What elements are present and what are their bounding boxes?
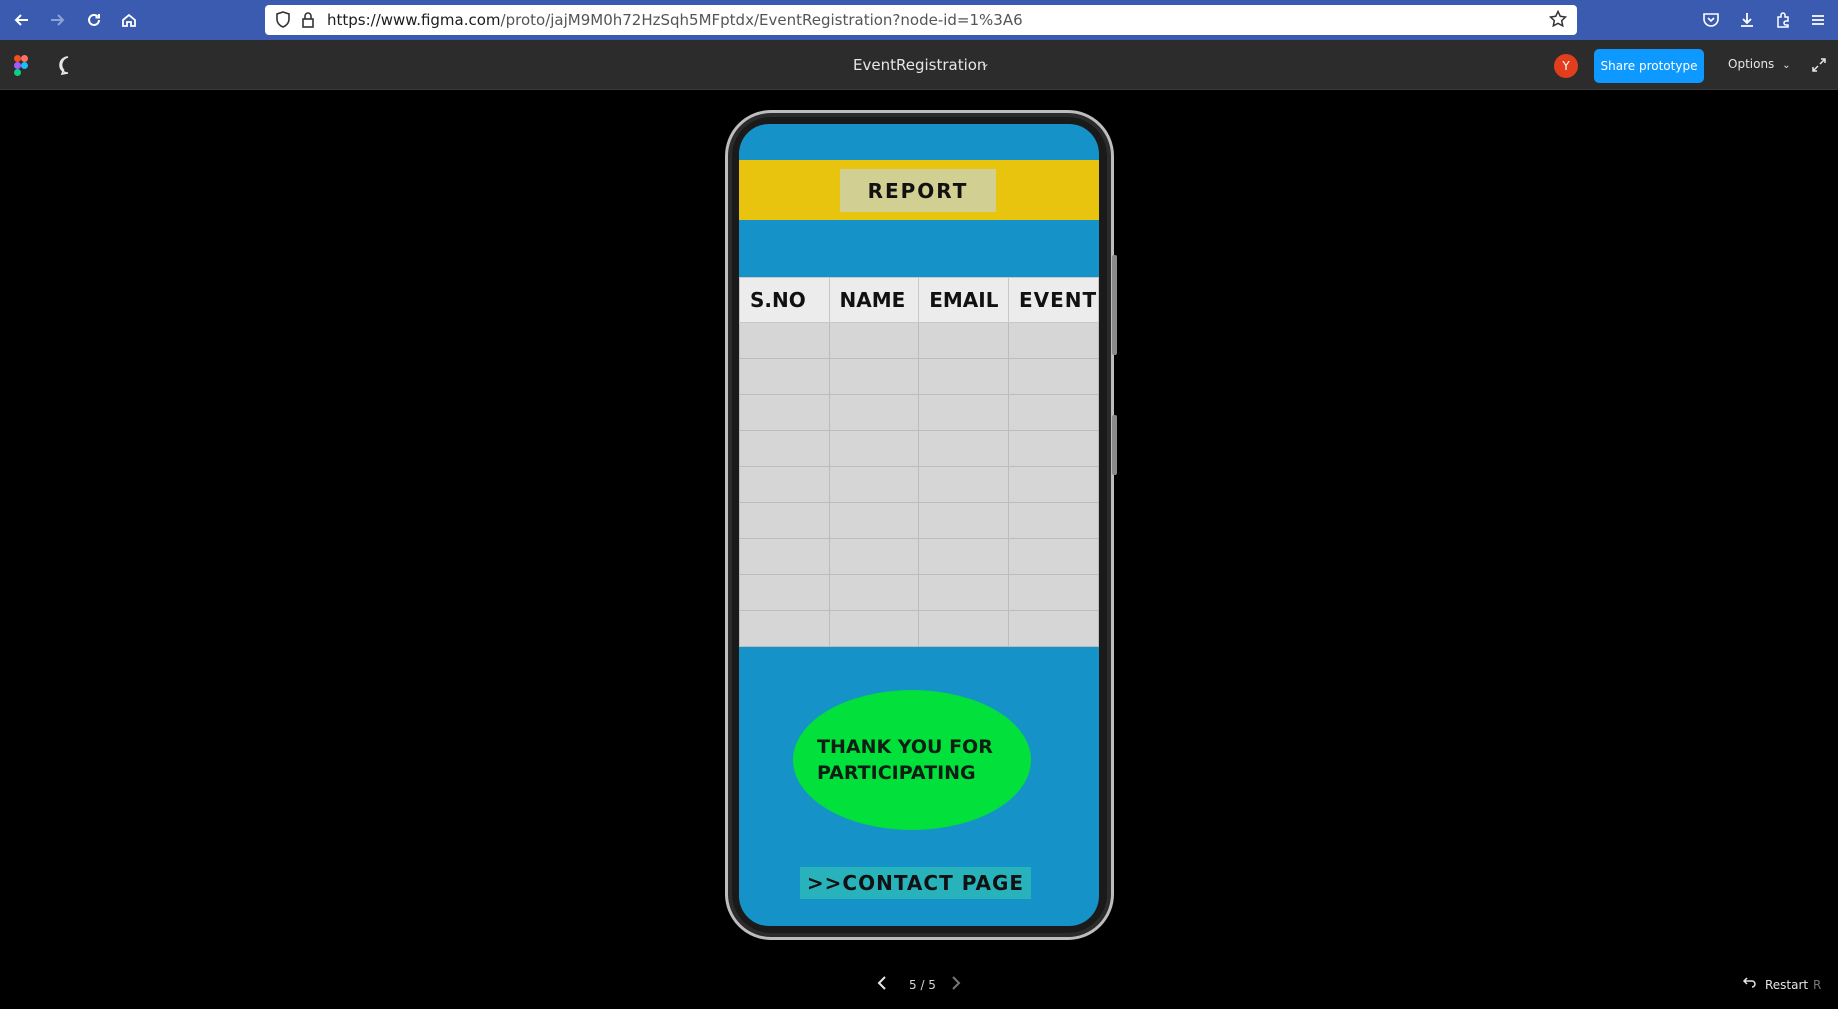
table-row bbox=[739, 574, 1099, 611]
file-title[interactable]: EventRegistration bbox=[853, 56, 986, 74]
address-bar[interactable]: https://www.figma.com/proto/jajM9M0h72Hz… bbox=[265, 5, 1577, 35]
frame-counter: 5 / 5 bbox=[909, 978, 936, 992]
figma-logo-icon[interactable] bbox=[14, 55, 28, 80]
forward-icon[interactable] bbox=[45, 8, 69, 32]
table-cell bbox=[828, 502, 920, 539]
table-row bbox=[739, 466, 1099, 503]
extensions-icon[interactable] bbox=[1771, 8, 1795, 32]
pocket-icon[interactable] bbox=[1699, 8, 1723, 32]
table-cell bbox=[1008, 322, 1099, 359]
table-cell bbox=[739, 358, 830, 395]
table-cell bbox=[739, 502, 830, 539]
thank-you-line2: PARTICIPATING bbox=[817, 762, 976, 784]
restart-shortcut: R bbox=[1813, 978, 1822, 992]
previous-frame-icon[interactable] bbox=[876, 975, 888, 996]
table-cell bbox=[918, 358, 1009, 395]
shield-icon[interactable] bbox=[275, 11, 291, 33]
table-cell bbox=[1008, 610, 1099, 647]
table-cell bbox=[1008, 466, 1099, 503]
report-table: S.NO NAME EMAIL EVENT bbox=[739, 277, 1099, 647]
column-header-email: EMAIL bbox=[918, 277, 1009, 323]
table-cell bbox=[1008, 502, 1099, 539]
table-cell bbox=[739, 574, 830, 611]
table-row bbox=[739, 610, 1099, 647]
next-frame-icon[interactable] bbox=[950, 975, 962, 996]
back-icon[interactable] bbox=[10, 8, 34, 32]
report-button[interactable]: REPORT bbox=[840, 169, 996, 212]
table-cell bbox=[828, 610, 920, 647]
thank-you-line1: THANK YOU FOR bbox=[817, 736, 993, 758]
table-cell bbox=[1008, 394, 1099, 431]
browser-toolbar: https://www.figma.com/proto/jajM9M0h72Hz… bbox=[0, 0, 1838, 40]
table-cell bbox=[918, 610, 1009, 647]
phone-side-button bbox=[1112, 255, 1117, 355]
table-cell bbox=[739, 538, 830, 575]
column-header-event: EVENT bbox=[1008, 277, 1099, 323]
table-cell bbox=[1008, 574, 1099, 611]
column-header-sno: S.NO bbox=[739, 277, 830, 323]
comment-icon[interactable] bbox=[58, 55, 78, 79]
table-cell bbox=[828, 322, 920, 359]
lock-icon[interactable] bbox=[301, 11, 315, 33]
url-host: https://www.figma.com bbox=[327, 11, 501, 29]
chevron-down-icon[interactable]: ⌄ bbox=[980, 56, 990, 70]
thank-you-bubble: THANK YOU FOR PARTICIPATING bbox=[793, 690, 1031, 830]
options-dropdown[interactable]: Options ⌄ bbox=[1728, 57, 1791, 71]
column-header-name: NAME bbox=[828, 277, 920, 323]
table-cell bbox=[918, 322, 1009, 359]
bookmark-star-icon[interactable] bbox=[1548, 9, 1568, 32]
home-icon[interactable] bbox=[117, 8, 141, 32]
table-cell bbox=[918, 538, 1009, 575]
table-row bbox=[739, 358, 1099, 395]
contact-page-button[interactable]: >>CONTACT PAGE bbox=[800, 867, 1031, 899]
table-cell bbox=[828, 466, 920, 503]
table-cell bbox=[918, 574, 1009, 611]
restart-icon[interactable] bbox=[1742, 976, 1756, 992]
expand-icon[interactable] bbox=[1811, 57, 1827, 77]
menu-icon[interactable] bbox=[1806, 8, 1830, 32]
table-row bbox=[739, 322, 1099, 359]
options-label: Options bbox=[1728, 57, 1775, 71]
reload-icon[interactable] bbox=[82, 8, 106, 32]
table-cell bbox=[739, 394, 830, 431]
share-prototype-button[interactable]: Share prototype bbox=[1594, 49, 1704, 83]
table-cell bbox=[1008, 538, 1099, 575]
table-cell bbox=[739, 322, 830, 359]
table-cell bbox=[739, 430, 830, 467]
table-cell bbox=[918, 394, 1009, 431]
table-cell bbox=[828, 538, 920, 575]
prototype-screen: REPORT S.NO NAME EMAIL EVENT THANK YOU F… bbox=[739, 124, 1099, 926]
table-header-row: S.NO NAME EMAIL EVENT bbox=[739, 277, 1099, 323]
table-row bbox=[739, 538, 1099, 575]
table-row bbox=[739, 502, 1099, 539]
table-cell bbox=[739, 610, 830, 647]
table-cell bbox=[918, 466, 1009, 503]
table-cell bbox=[828, 358, 920, 395]
url-text[interactable]: https://www.figma.com/proto/jajM9M0h72Hz… bbox=[327, 11, 1023, 29]
table-cell bbox=[918, 502, 1009, 539]
table-cell bbox=[1008, 430, 1099, 467]
table-row bbox=[739, 430, 1099, 467]
avatar[interactable]: Y bbox=[1554, 54, 1578, 78]
url-path: /proto/jajM9M0h72HzSqh5MFptdx/EventRegis… bbox=[500, 11, 1023, 29]
table-cell bbox=[828, 394, 920, 431]
restart-button[interactable]: Restart bbox=[1765, 978, 1808, 992]
table-cell bbox=[739, 466, 830, 503]
table-cell bbox=[918, 430, 1009, 467]
table-cell bbox=[828, 574, 920, 611]
phone-side-button bbox=[1112, 415, 1117, 475]
table-cell bbox=[828, 430, 920, 467]
table-cell bbox=[1008, 358, 1099, 395]
download-icon[interactable] bbox=[1735, 8, 1759, 32]
chevron-down-icon: ⌄ bbox=[1782, 60, 1791, 71]
table-row bbox=[739, 394, 1099, 431]
figma-header: EventRegistration ⌄ Y Share prototype Op… bbox=[0, 40, 1838, 90]
